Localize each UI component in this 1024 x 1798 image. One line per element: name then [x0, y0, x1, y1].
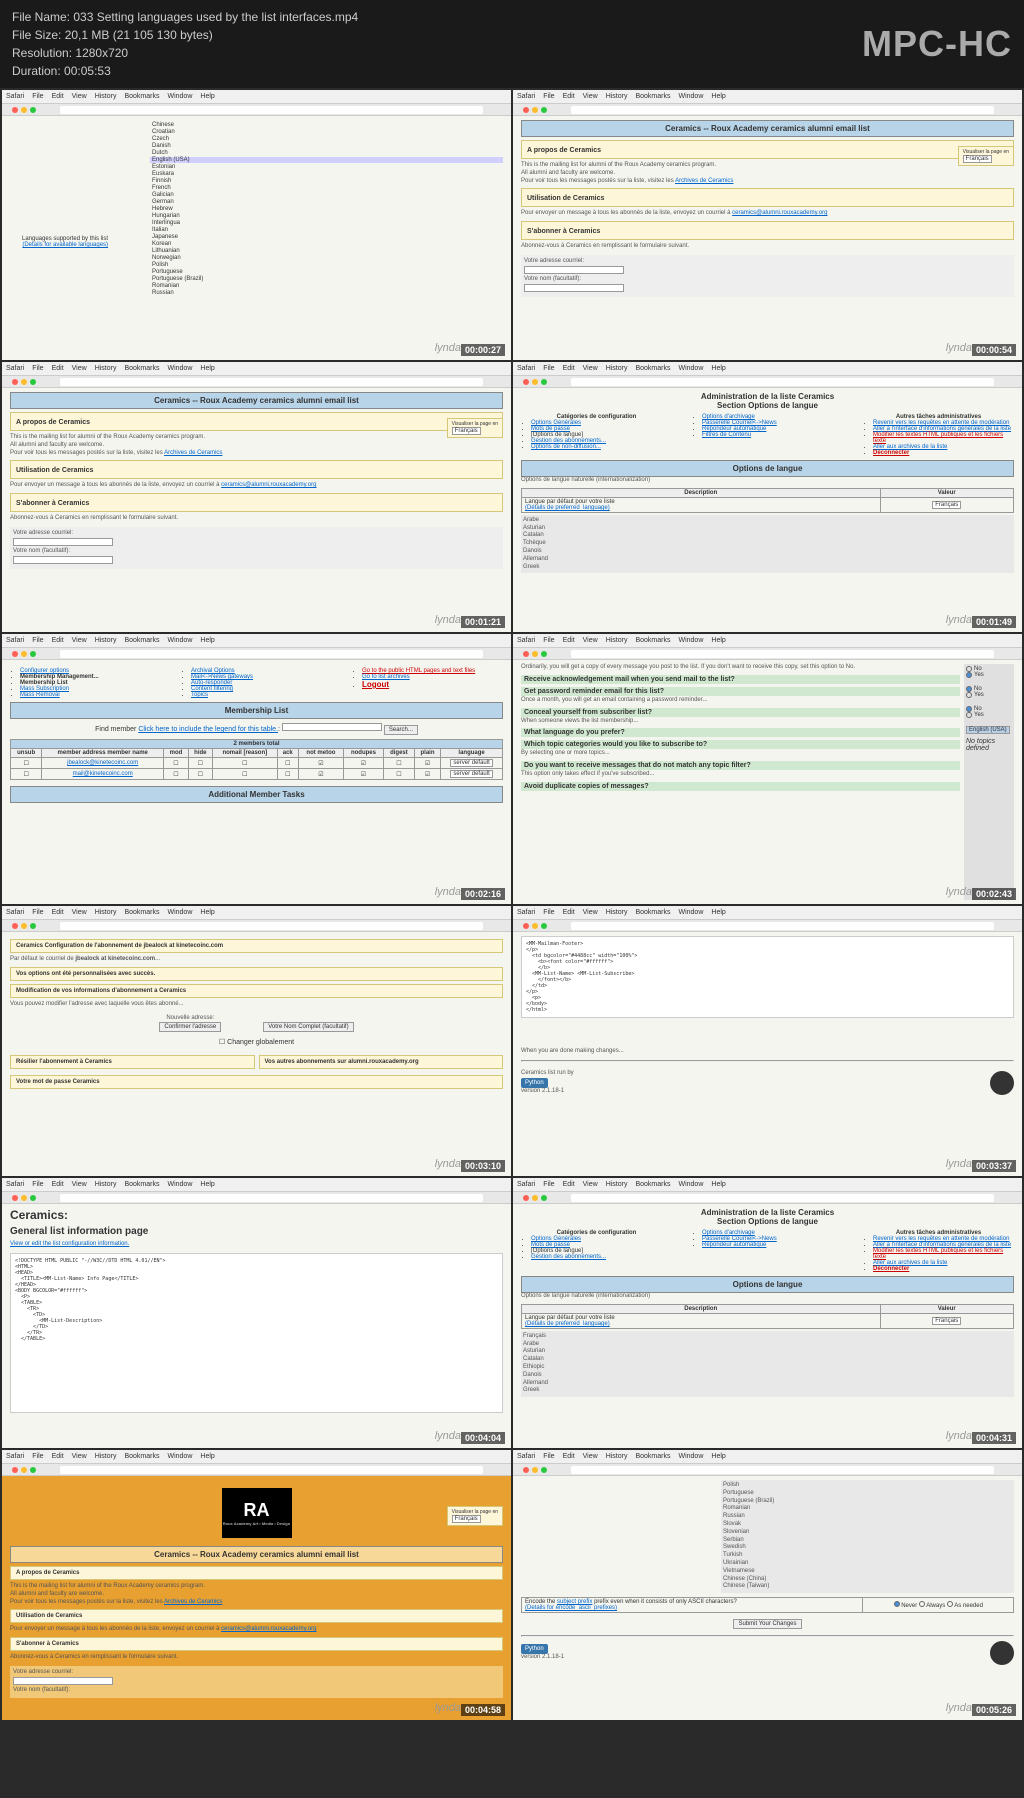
- frame-9: SafariFileEditViewHistoryBookmarksWindow…: [2, 1178, 511, 1448]
- duration: 00:05:53: [64, 64, 111, 78]
- submit-button[interactable]: Submit Your Changes: [733, 1619, 801, 1629]
- frame-10: SafariFileEditViewHistoryBookmarksWindow…: [513, 1178, 1022, 1448]
- lang-select[interactable]: server default: [450, 759, 492, 767]
- frame-2: SafariFileEditViewHistoryBookmarksWindow…: [513, 90, 1022, 360]
- frame-6: SafariFileEditViewHistoryBookmarksWindow…: [513, 634, 1022, 904]
- search-button[interactable]: Search...: [384, 725, 418, 735]
- frame-8: SafariFileEditViewHistoryBookmarksWindow…: [513, 906, 1022, 1176]
- name-input[interactable]: [524, 284, 624, 292]
- logout-link[interactable]: Logout: [362, 680, 389, 689]
- app-logo: MPC-HC: [862, 23, 1012, 65]
- language-select[interactable]: Français: [932, 501, 961, 509]
- frame-5: SafariFileEditViewHistoryBookmarksWindow…: [2, 634, 511, 904]
- html-code[interactable]: <MM-Mailman-Footer> </p> <td bgcolor="#4…: [521, 936, 1014, 1018]
- frame-3: SafariFileEditViewHistoryBookmarksWindow…: [2, 362, 511, 632]
- table-row: ☐jbealock@kinetecoinc.com☐☐☐☐☑☑☐☑server …: [11, 758, 503, 769]
- details-link[interactable]: (Details for available languages): [22, 242, 108, 248]
- config-link[interactable]: View or edit the list configuration info…: [10, 1241, 503, 1247]
- archives-link[interactable]: Archives de Ceramics: [675, 178, 733, 184]
- frame-4: SafariFileEditViewHistoryBookmarksWindow…: [513, 362, 1022, 632]
- gnu-logo: [990, 1641, 1014, 1665]
- resolution: 1280x720: [75, 46, 128, 60]
- email-link[interactable]: ceramics@alumni.rouxacademy.org: [732, 210, 827, 216]
- search-input[interactable]: [282, 723, 382, 731]
- python-logo: Python: [521, 1644, 548, 1654]
- frame-1: SafariFileEditViewHistoryBookmarksWindow…: [2, 90, 511, 360]
- filesize: 20,1 MB (21 105 130 bytes): [65, 28, 213, 42]
- python-logo: Python: [521, 1078, 548, 1088]
- filename: 033 Setting languages used by the list i…: [73, 10, 358, 24]
- page-title: Ceramics -- Roux Academy ceramics alumni…: [521, 120, 1014, 137]
- table-row: ☐mail@kinetecoinc.com☐☐☐☐☑☑☐☑server defa…: [11, 769, 503, 780]
- frame-11: SafariFileEditViewHistoryBookmarksWindow…: [2, 1450, 511, 1720]
- thumbnail-grid: SafariFileEditViewHistoryBookmarksWindow…: [0, 88, 1024, 1722]
- gnu-logo: [990, 1071, 1014, 1095]
- mac-menubar: SafariFileEditViewHistoryBookmarksWindow…: [2, 90, 511, 104]
- lang-select[interactable]: English (USA): [966, 726, 1010, 734]
- ra-logo: RA Roux Academy Art • Media • Design: [222, 1488, 292, 1538]
- language-selector[interactable]: Visualiser la page enFrançais: [958, 146, 1014, 166]
- email-input[interactable]: [524, 266, 624, 274]
- logout-link[interactable]: Déconnecter: [873, 450, 909, 456]
- selected-language: English (USA): [150, 157, 503, 163]
- language-list[interactable]: Chinese Croatian Czech Danish Dutch Engl…: [150, 122, 503, 296]
- frame-7: SafariFileEditViewHistoryBookmarksWindow…: [2, 906, 511, 1176]
- timestamp: 00:00:27: [461, 344, 505, 356]
- confirm-button[interactable]: Confirmer l'adresse: [159, 1022, 221, 1032]
- html-textarea[interactable]: <!DOCTYPE HTML PUBLIC "-//W3C//DTD HTML …: [10, 1253, 503, 1413]
- info-header: File Name: 033 Setting languages used by…: [0, 0, 1024, 88]
- frame-12: SafariFileEditViewHistoryBookmarksWindow…: [513, 1450, 1022, 1720]
- member-table: 2 members total unsubmember address memb…: [10, 739, 503, 780]
